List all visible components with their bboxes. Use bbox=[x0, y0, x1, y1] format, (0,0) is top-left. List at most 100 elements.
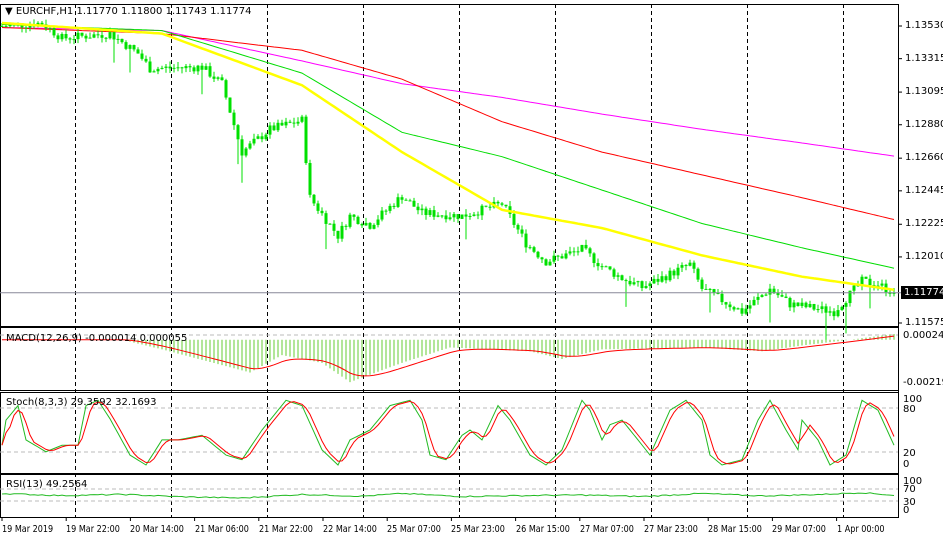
price-axis-label: 1.12880 bbox=[905, 118, 943, 130]
candle-body bbox=[364, 222, 368, 226]
price-axis-label: 1.13315 bbox=[905, 52, 943, 64]
candle-body bbox=[404, 199, 408, 201]
candle-body bbox=[196, 65, 200, 72]
candle-body bbox=[56, 35, 60, 40]
candle-body bbox=[52, 28, 56, 36]
candle-body bbox=[428, 210, 432, 215]
candle-body bbox=[468, 215, 472, 217]
candle-body bbox=[0, 26, 4, 27]
candle-body bbox=[416, 206, 420, 211]
chart-window: ▼ EURCHF,H1 1.11770 1.11800 1.11743 1.11… bbox=[0, 0, 943, 542]
candle-body bbox=[328, 223, 332, 225]
candle-body bbox=[584, 244, 588, 249]
candle-body bbox=[256, 136, 260, 139]
candle-body bbox=[644, 286, 648, 289]
candle-body bbox=[548, 261, 552, 266]
candle-body bbox=[244, 148, 248, 156]
candle-body bbox=[100, 35, 104, 38]
candle-body bbox=[260, 136, 264, 140]
time-axis-label: 25 Mar 07:00 bbox=[387, 524, 442, 535]
symbol-label: EURCHF,H1 bbox=[15, 6, 74, 17]
candle-body bbox=[200, 65, 204, 70]
stoch-level-20: 20 bbox=[903, 448, 916, 459]
candle-body bbox=[800, 302, 804, 307]
candle-body bbox=[80, 32, 84, 36]
ma-mid-line bbox=[1, 24, 895, 269]
candle-body bbox=[72, 39, 76, 41]
time-axis-label: 20 Mar 14:00 bbox=[130, 524, 185, 535]
candle-body bbox=[380, 210, 384, 220]
candle-body bbox=[40, 22, 44, 25]
candle-body bbox=[204, 66, 208, 70]
time-axis-label: 22 Mar 14:00 bbox=[323, 524, 377, 535]
candle-body bbox=[180, 67, 184, 69]
candle-body bbox=[804, 302, 808, 308]
candle-body bbox=[836, 310, 840, 317]
candle-body bbox=[544, 259, 548, 266]
chart-canvas bbox=[0, 4, 902, 521]
candle-body bbox=[96, 34, 100, 36]
candle-body bbox=[604, 266, 608, 268]
stoch-d-line bbox=[1, 400, 895, 465]
candle-body bbox=[500, 203, 504, 205]
candle-body bbox=[792, 302, 796, 308]
candle-body bbox=[304, 116, 308, 164]
candle-body bbox=[248, 143, 252, 149]
candle-body bbox=[460, 214, 464, 219]
time-axis-label: 26 Mar 15:00 bbox=[515, 524, 570, 535]
candle-body bbox=[116, 38, 120, 40]
candle-body bbox=[352, 214, 356, 217]
candle-body bbox=[692, 262, 696, 269]
candle-body bbox=[724, 302, 728, 305]
price-axis-label: 1.11575 bbox=[905, 317, 943, 328]
candle-body bbox=[424, 208, 428, 215]
candle-body bbox=[324, 213, 328, 224]
candle-body bbox=[132, 45, 136, 50]
candle-body bbox=[528, 247, 532, 249]
time-axis-label: 19 Mar 2019 bbox=[2, 524, 54, 535]
candle-body bbox=[828, 311, 832, 313]
candle-body bbox=[128, 45, 132, 49]
candle-body bbox=[184, 66, 188, 69]
candle-body bbox=[412, 200, 416, 207]
candle-body bbox=[540, 257, 544, 260]
candle-body bbox=[700, 279, 704, 289]
candle-body bbox=[556, 255, 560, 257]
candle-body bbox=[392, 205, 396, 207]
candle-body bbox=[832, 311, 836, 317]
candle-body bbox=[440, 215, 444, 217]
candle-body bbox=[48, 28, 52, 30]
candle-body bbox=[720, 293, 724, 303]
dropdown-arrow-icon[interactable]: ▼ bbox=[5, 6, 13, 17]
candle-body bbox=[624, 280, 628, 282]
candle-body bbox=[684, 265, 688, 267]
candle-body bbox=[844, 303, 848, 307]
candle-body bbox=[496, 201, 500, 204]
candle-body bbox=[764, 294, 768, 296]
candle-body bbox=[240, 139, 244, 156]
close-value: 1.11774 bbox=[210, 6, 252, 17]
ma-slow-line bbox=[1, 27, 895, 220]
candle-body bbox=[104, 37, 108, 39]
candle-body bbox=[372, 224, 376, 229]
candle-body bbox=[140, 53, 144, 59]
candle-body bbox=[784, 296, 788, 298]
candle-body bbox=[292, 122, 296, 124]
candle-body bbox=[308, 163, 312, 195]
candle-body bbox=[620, 275, 624, 281]
candle-body bbox=[632, 282, 636, 285]
candle-body bbox=[680, 265, 684, 268]
candle-body bbox=[852, 285, 856, 291]
candle-body bbox=[76, 32, 80, 40]
candle-body bbox=[636, 281, 640, 283]
candle-body bbox=[696, 268, 700, 280]
low-value: 1.11743 bbox=[165, 6, 207, 17]
candle-body bbox=[672, 270, 676, 276]
macd-label: MACD(12,26,9) -0.000014 0.000055 bbox=[6, 333, 188, 344]
candle-body bbox=[344, 225, 348, 227]
candle-body bbox=[576, 251, 580, 253]
candle-body bbox=[504, 204, 508, 207]
candle-body bbox=[136, 49, 140, 54]
candle-body bbox=[652, 278, 656, 284]
candle-body bbox=[732, 307, 736, 310]
